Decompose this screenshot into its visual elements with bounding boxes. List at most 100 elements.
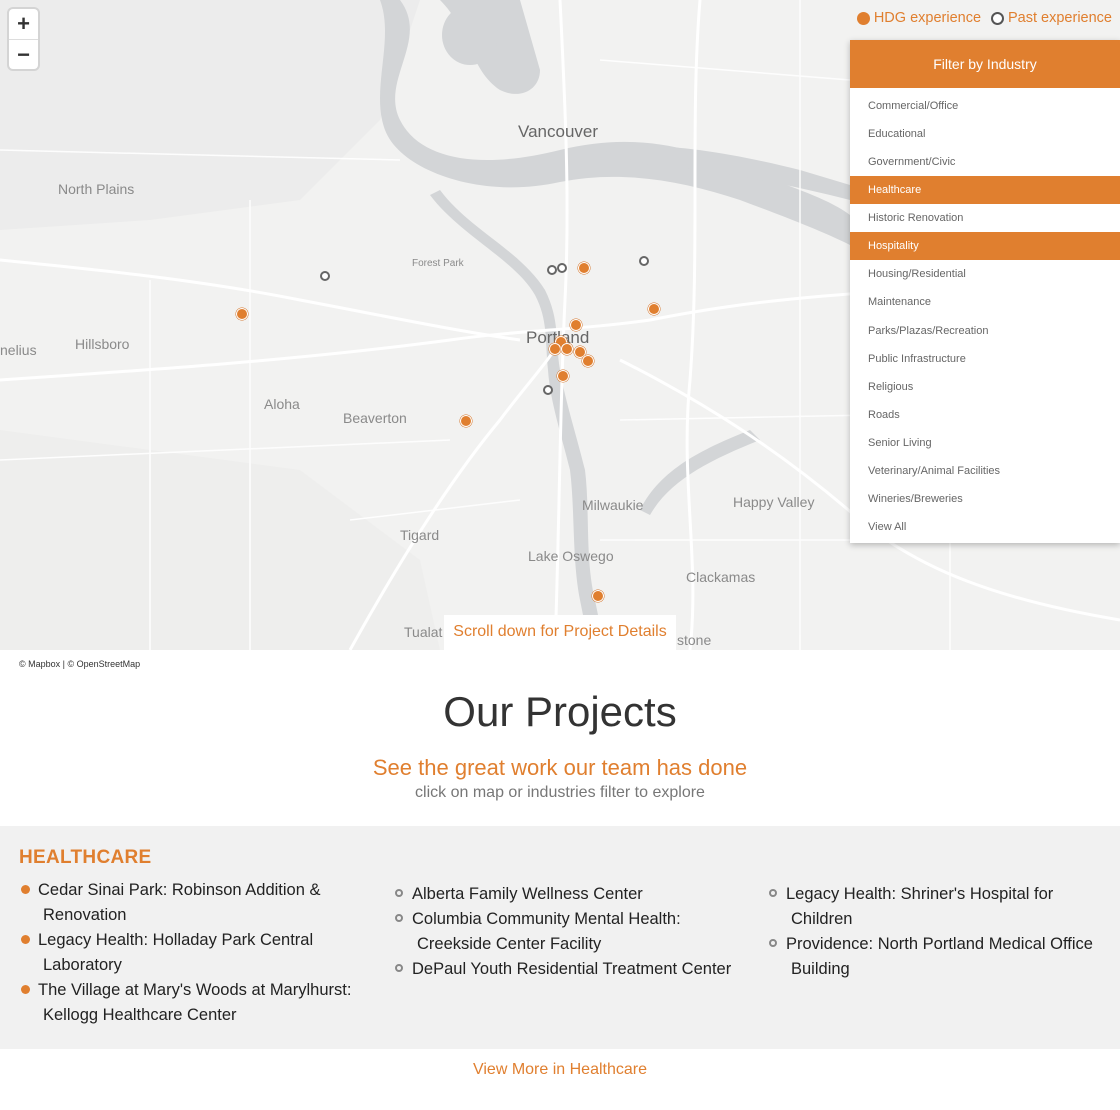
project-name: Legacy Health: Holladay Park Central Labo… <box>38 928 351 978</box>
filter-item[interactable]: Maintenance <box>850 288 1120 316</box>
zoom-out-button[interactable]: − <box>9 40 38 70</box>
project-item[interactable]: Cedar Sinai Park: Robinson Addition & Ren… <box>19 878 351 928</box>
project-name: DePaul Youth Residential Treatment Cente… <box>412 957 731 982</box>
project-item[interactable]: The Village at Mary's Woods at Marylhurs… <box>19 978 351 1028</box>
page-title: Our Projects <box>443 688 677 735</box>
explore-hint: click on map or industries filter to exp… <box>415 784 705 801</box>
project-name-line-1: The Village at Mary's Woods at Marylhurs… <box>38 981 352 999</box>
project-item[interactable]: Providence: North Portland Medical Offic… <box>767 932 1093 982</box>
project-name-line-2: Renovation <box>43 906 127 924</box>
project-item[interactable]: Legacy Health: Holladay Park Central Labo… <box>19 928 351 978</box>
map-marker-hdg[interactable] <box>648 303 660 315</box>
filter-item[interactable]: Commercial/Office <box>850 92 1120 120</box>
map-marker-past[interactable] <box>543 385 553 395</box>
filter-item[interactable]: Government/Civic <box>850 148 1120 176</box>
hdg-dot-icon <box>21 985 30 994</box>
projects-panel: HEALTHCARE Cedar Sinai Park: Robinson Ad… <box>0 826 1120 1049</box>
past-dot-icon <box>395 914 403 922</box>
hdg-dot-icon <box>21 885 30 894</box>
legend-hdg-label: HDG experience <box>873 10 982 26</box>
filter-list: Commercial/Office Educational Government/C… <box>850 88 1120 543</box>
map-marker-hdg[interactable] <box>549 343 561 355</box>
city-label-happy-valley: Happy Valley <box>733 494 815 510</box>
filter-item[interactable]: View All <box>850 513 1120 541</box>
project-item[interactable]: Columbia Community Mental Health: Creeksi… <box>393 907 731 957</box>
filter-title: Filter by Industry <box>850 40 1120 88</box>
project-item[interactable]: Legacy Health: Shriner's Hospital for Chi… <box>767 882 1093 932</box>
map-marker-hdg[interactable] <box>557 370 569 382</box>
view-more-link[interactable]: View More in Healthcare <box>0 1061 1120 1079</box>
past-dot-icon <box>769 939 777 947</box>
map-marker-past[interactable] <box>639 256 649 266</box>
past-dot-icon <box>991 11 1005 25</box>
city-label-lake-oswego: Lake Oswego <box>528 548 614 564</box>
project-name: Cedar Sinai Park: Robinson Addition & Ren… <box>38 878 351 928</box>
map-marker-past[interactable] <box>547 265 557 275</box>
city-label-aloha: Aloha <box>264 396 300 412</box>
project-name-line-1: Providence: North Portland Medical Offic… <box>786 935 1093 953</box>
project-item[interactable]: DePaul Youth Residential Treatment Cente… <box>393 957 731 982</box>
project-name-line-2: Building <box>791 960 850 978</box>
map-marker-hdg[interactable] <box>578 262 590 274</box>
project-name-line-1: DePaul Youth Residential Treatment Cente… <box>412 960 732 978</box>
city-label-hillsboro: Hillsboro <box>75 336 130 352</box>
city-label-north-plains: North Plains <box>58 181 135 197</box>
legend-past-label: Past experience <box>1008 10 1112 26</box>
city-label-cornelius: nelius <box>0 342 37 358</box>
project-item[interactable]: Alberta Family Wellness Center <box>393 882 731 907</box>
legend-past: Past experience <box>991 10 1112 26</box>
project-column-3: Legacy Health: Shriner's Hospital for Chi… <box>767 882 1093 982</box>
city-label-tualatin: Tualat <box>404 624 443 640</box>
map-attribution[interactable]: © Mapbox | © OpenStreetMap <box>19 659 140 669</box>
map[interactable]: + − Vancouver North Plains Forest Park P… <box>0 0 1120 650</box>
project-name-line-2: Kellogg Healthcare Center <box>43 1006 237 1024</box>
project-name: The Village at Mary's Woods at Marylhurs… <box>38 978 351 1028</box>
project-name: Columbia Community Mental Health: Creeksi… <box>412 907 731 957</box>
filter-item[interactable]: Parks/Plazas/Recreation <box>850 317 1120 345</box>
map-marker-past[interactable] <box>557 263 567 273</box>
filter-item[interactable]: Senior Living <box>850 429 1120 457</box>
scroll-hint[interactable]: Scroll down for Project Details <box>444 615 676 650</box>
past-dot-icon <box>395 889 403 897</box>
city-label-clackamas: Clackamas <box>686 569 756 585</box>
map-marker-hdg[interactable] <box>236 308 248 320</box>
zoom-in-button[interactable]: + <box>9 9 38 40</box>
city-label-vancouver: Vancouver <box>518 122 599 141</box>
project-name-line-1: Alberta Family Wellness Center <box>412 885 643 903</box>
project-name: Providence: North Portland Medical Offic… <box>786 932 1093 982</box>
hdg-dot-icon <box>856 11 870 25</box>
past-dot-icon <box>769 889 777 897</box>
page-subtitle: See the great work our team has done <box>372 755 748 780</box>
category-heading: HEALTHCARE <box>19 847 152 868</box>
filter-item[interactable]: Historic Renovation <box>850 204 1120 232</box>
map-marker-hdg[interactable] <box>460 415 472 427</box>
project-name-line-1: Cedar Sinai Park: Robinson Addition & <box>38 881 321 899</box>
project-name-line-1: Columbia Community Mental Health: <box>412 910 681 928</box>
project-column-2: Alberta Family Wellness Center Columbia C… <box>393 882 731 982</box>
map-marker-hdg[interactable] <box>570 319 582 331</box>
filter-item[interactable]: Hospitality <box>850 232 1120 261</box>
project-column-1: Cedar Sinai Park: Robinson Addition & Ren… <box>19 878 351 1028</box>
filter-item[interactable]: Religious <box>850 373 1120 401</box>
map-marker-hdg[interactable] <box>561 343 573 355</box>
filter-item[interactable]: Roads <box>850 401 1120 429</box>
city-label-tigard: Tigard <box>400 527 440 543</box>
map-legend: HDG experience Past experience <box>856 10 1112 26</box>
filter-item[interactable]: Veterinary/Animal Facilities <box>850 457 1120 485</box>
filter-item[interactable]: Public Infrastructure <box>850 345 1120 373</box>
filter-item[interactable]: Housing/Residential <box>850 260 1120 288</box>
city-label-gladstone: stone <box>677 632 712 648</box>
filter-item[interactable]: Healthcare <box>850 176 1120 205</box>
project-name: Legacy Health: Shriner's Hospital for Chi… <box>786 882 1093 932</box>
map-marker-hdg[interactable] <box>592 590 604 602</box>
map-marker-hdg[interactable] <box>582 355 594 367</box>
map-marker-past[interactable] <box>320 271 330 281</box>
hdg-dot-icon <box>21 935 30 944</box>
project-name-line-1: Legacy Health: Shriner's Hospital for <box>786 885 1054 903</box>
filter-item[interactable]: Educational <box>850 120 1120 148</box>
filter-item[interactable]: Wineries/Breweries <box>850 485 1120 513</box>
city-label-beaverton: Beaverton <box>343 410 407 426</box>
project-name-line-2: Creekside Center Facility <box>417 935 602 953</box>
industry-filter: Filter by Industry Commercial/Office Educ… <box>850 40 1120 544</box>
project-name-line-2: Laboratory <box>43 956 122 974</box>
